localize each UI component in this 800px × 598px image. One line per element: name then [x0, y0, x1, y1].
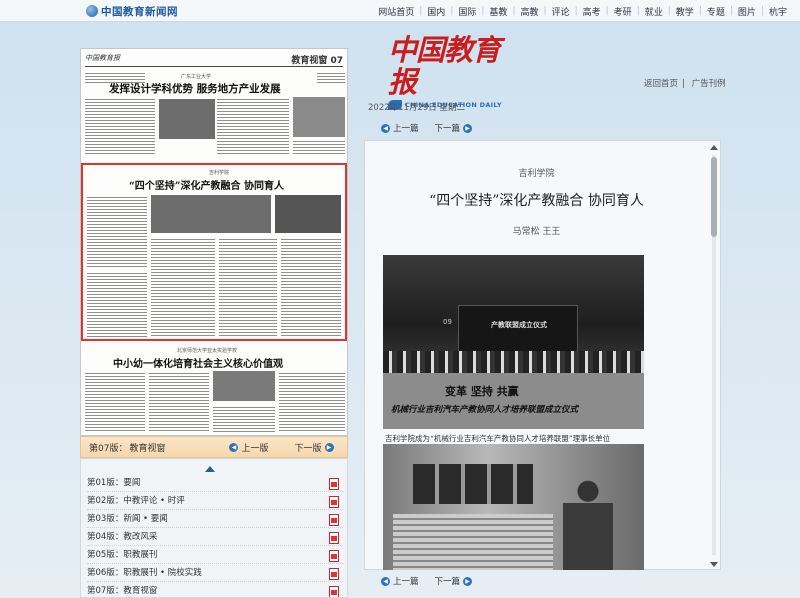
scroll-thumb[interactable]: [711, 157, 717, 237]
current-edition-label: 第07版：: [89, 443, 128, 454]
nav-item-domestic[interactable]: 国内: [422, 5, 450, 18]
pdf-icon[interactable]: [329, 550, 339, 562]
article-school: 吉利学院: [518, 169, 555, 179]
next-article-icon[interactable]: ▶: [463, 123, 473, 133]
paper-masthead-small: 中国教育报: [85, 54, 120, 62]
nav-item-topics[interactable]: 专题: [702, 5, 730, 18]
site-name: 中国教育新闻网: [101, 5, 178, 18]
next-article-link[interactable]: 下一篇: [435, 575, 461, 587]
banner-alliance-name: 机械行业吉利汽车产教协同人才培养联盟成立仪式: [391, 405, 579, 415]
nav-item-photos[interactable]: 图片: [733, 5, 761, 18]
article-title: “四个坚持”深化产教融合 协同育人: [429, 193, 644, 209]
article-authors: 马常松 王王: [512, 227, 561, 237]
edition-list-item[interactable]: 第03版：新闻 • 要闻: [87, 511, 343, 528]
stage-screen-text: 产教联盟成立仪式: [491, 321, 547, 329]
paper-photo: [159, 99, 215, 139]
paper-photo: [213, 371, 275, 401]
nav-item-commentary[interactable]: 评论: [547, 5, 575, 18]
edition-list: 第01版：要闻 第02版：中教评论 • 时评 第03版：新闻 • 要闻 第04版…: [80, 458, 348, 598]
next-article-icon[interactable]: ▶: [463, 576, 473, 586]
pdf-icon[interactable]: [329, 496, 339, 508]
article-scrollbar[interactable]: [709, 145, 719, 567]
article-photo-ceremony[interactable]: 09 产教联盟成立仪式 变革 坚持 共赢 机械行业吉利汽车产教协同人才培养联盟成…: [383, 255, 644, 429]
next-edition-link[interactable]: 下一版: [294, 441, 321, 454]
pdf-icon[interactable]: [329, 478, 339, 490]
edition-list-item[interactable]: 第01版：要闻: [87, 475, 343, 492]
issue-date: 2022年11月29日 星期二: [368, 103, 465, 113]
main-nav: 网站首页 | 国内 | 国际 | 基教 | 高教 | 评论 | 高考 | 考研 | 就业 | 教学…: [373, 0, 792, 22]
prev-article-link[interactable]: 上一篇: [393, 575, 419, 587]
next-edition-icon[interactable]: ▶: [324, 442, 334, 452]
photo-caption: 吉利学院成为“机械行业吉利汽车产教协同人才培养联盟”理事长单位: [385, 434, 611, 443]
paper-story3-school: 北京师范大学亚太实验学校: [177, 348, 238, 354]
paper-story2-title[interactable]: “四个坚持”深化产教融合 协同育人: [129, 177, 284, 192]
article-photo-workshop[interactable]: [383, 444, 644, 570]
prev-edition-link[interactable]: 上一版: [241, 441, 268, 454]
globe-logo-icon: [86, 5, 98, 17]
paper-story2-school: 吉利学院: [209, 170, 230, 176]
article-pager-bottom: ◀ 上一篇 下一篇 ▶: [378, 575, 475, 587]
pdf-icon[interactable]: [329, 568, 339, 580]
nav-item-teaching[interactable]: 教学: [671, 5, 699, 18]
paper-photo: [275, 195, 341, 233]
edition-list-item[interactable]: 第02版：中教评论 • 时评: [87, 493, 343, 510]
paper-photo: [151, 195, 271, 233]
nav-item-jobs[interactable]: 就业: [640, 5, 668, 18]
prev-article-icon[interactable]: ◀: [381, 576, 390, 586]
nav-item-hangyu[interactable]: 杭宇: [764, 5, 792, 18]
scroll-up-icon[interactable]: [710, 145, 718, 150]
pdf-icon[interactable]: [329, 514, 339, 526]
edition-list-item[interactable]: 第04版：教改风采: [87, 529, 343, 546]
home-link[interactable]: 返回首页: [644, 79, 678, 89]
pdf-icon[interactable]: [329, 586, 339, 597]
nav-item-kaoyan[interactable]: 考研: [609, 5, 637, 18]
nav-item-gaokao[interactable]: 高考: [578, 5, 606, 18]
article-pager-top: ◀ 上一篇 下一篇 ▶: [378, 122, 475, 134]
current-edition-name: 教育视窗: [129, 443, 166, 454]
prev-article-link[interactable]: 上一篇: [393, 122, 419, 134]
masthead-title: 中国教育报: [388, 33, 501, 99]
edition-bar: 第07版： 教育视窗 ◀ 上一版 下一版 ▶: [80, 436, 348, 458]
paper-photo: [293, 97, 345, 137]
paper-story1-school: 广东工业大学: [181, 74, 212, 80]
edition-list-item[interactable]: 第05版：职教展刊: [87, 547, 343, 564]
newspaper-masthead: 中国教育报 CHINA EDUCATION DAILY: [388, 34, 518, 110]
prev-article-icon[interactable]: ◀: [381, 123, 390, 133]
scroll-down-icon[interactable]: [710, 562, 718, 567]
prev-edition-icon[interactable]: ◀: [229, 442, 239, 452]
site-logo[interactable]: 中国教育新闻网: [86, 3, 178, 19]
banner-slogan: 变革 坚持 共赢: [445, 385, 519, 398]
next-article-link[interactable]: 下一篇: [435, 122, 461, 134]
ad-rates-link[interactable]: 广告刊例: [692, 79, 726, 89]
nav-item-basic-edu[interactable]: 基教: [484, 5, 512, 18]
stage-banner: 变革 坚持 共赢 机械行业吉利汽车产教协同人才培养联盟成立仪式: [383, 373, 644, 429]
scroll-up-arrow-icon[interactable]: [205, 466, 215, 472]
top-nav-bar: 中国教育新闻网 网站首页 | 国内 | 国际 | 基教 | 高教 | 评论 | 高考 | 考研…: [0, 0, 800, 22]
nav-item-home[interactable]: 网站首页: [373, 5, 419, 18]
edition-list-item[interactable]: 第07版：教育视窗: [87, 583, 343, 597]
paper-page-number: 教育视窗 07: [291, 56, 343, 66]
header-links: 返回首页 | 广告刊例: [644, 79, 726, 89]
pdf-icon[interactable]: [329, 532, 339, 544]
paper-story3-title[interactable]: 中小幼一体化培育社会主义核心价值观: [113, 355, 283, 370]
newspaper-page-image[interactable]: 中国教育报 教育视窗 07 广东工业大学 发挥设计学科优势 服务地方产业发展 吉…: [80, 48, 348, 436]
paper-story1-title[interactable]: 发挥设计学科优势 服务地方产业发展: [109, 81, 281, 96]
nav-item-international[interactable]: 国际: [453, 5, 481, 18]
nav-item-higher-edu[interactable]: 高教: [515, 5, 543, 18]
edition-list-item[interactable]: 第06版：职教展刊 • 院校实践: [87, 565, 343, 582]
